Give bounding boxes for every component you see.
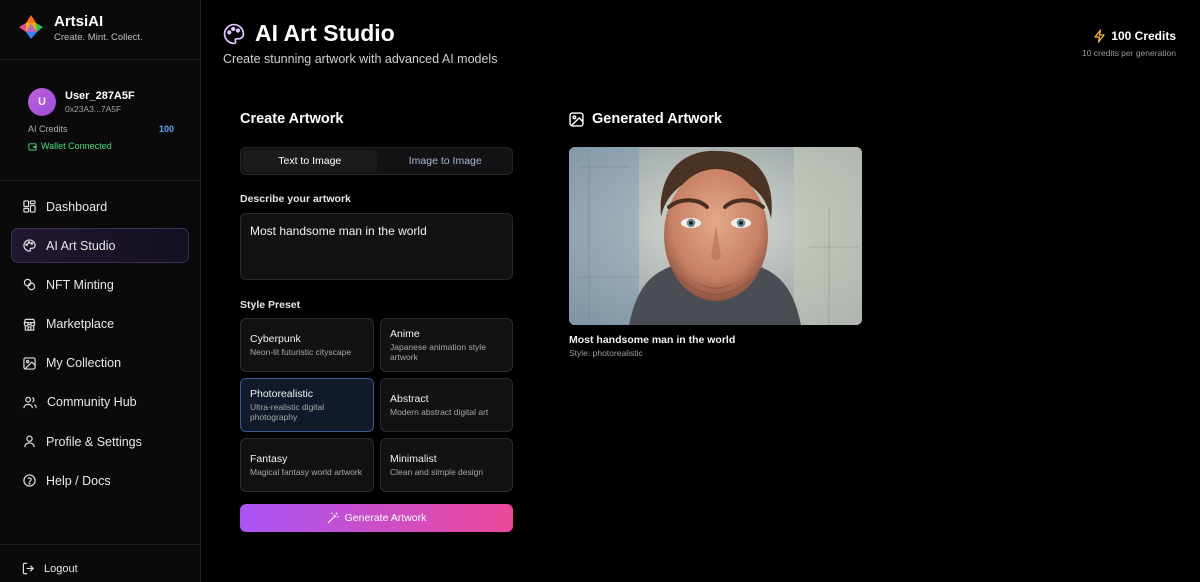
nft-icon bbox=[23, 279, 36, 291]
style-desc: Magical fantasy world artwork bbox=[250, 466, 362, 477]
sidebar-item-label: Dashboard bbox=[46, 199, 108, 214]
generated-artwork-heading: Generated Artwork bbox=[592, 111, 722, 127]
magic-wand-icon bbox=[327, 512, 339, 524]
sidebar-item-label: Help / Docs bbox=[46, 473, 111, 488]
ai-credits-row: AI Credits 100 bbox=[28, 124, 174, 134]
sidebar: ArtsiAI Create. Mint. Collect. U User_28… bbox=[0, 0, 201, 582]
tab-text-to-image[interactable]: Text to Image bbox=[243, 150, 377, 172]
sidebar-nav: Dashboard AI Art Studio NFT Minting Mark… bbox=[11, 189, 189, 503]
dashboard-icon bbox=[23, 200, 36, 213]
sidebar-item-label: My Collection bbox=[46, 356, 122, 371]
sidebar-item-label: Community Hub bbox=[47, 395, 137, 410]
divider bbox=[0, 59, 201, 60]
ai-credits-value: 100 bbox=[158, 124, 174, 134]
users-icon bbox=[23, 396, 37, 409]
avatar: U bbox=[28, 88, 56, 116]
style-desc: Modern abstract digital art bbox=[390, 406, 489, 417]
help-icon bbox=[23, 474, 36, 487]
style-preset-label: Style Preset bbox=[240, 299, 301, 311]
wallet-status: Wallet Connected bbox=[28, 141, 112, 151]
sidebar-item-community-hub[interactable]: Community Hub bbox=[11, 385, 189, 420]
sidebar-item-profile-settings[interactable]: Profile & Settings bbox=[11, 424, 189, 459]
wallet-address: 0x23A3...7A5F bbox=[65, 104, 122, 114]
style-desc: Clean and simple design bbox=[390, 466, 484, 477]
page-subtitle: Create stunning artwork with advanced AI… bbox=[223, 52, 498, 66]
prompt-input[interactable] bbox=[240, 213, 513, 280]
logout-button[interactable]: Logout bbox=[22, 562, 78, 575]
sidebar-item-nft-minting[interactable]: NFT Minting bbox=[11, 267, 189, 302]
style-card-anime[interactable]: Anime Japanese animation style artwork bbox=[380, 318, 513, 372]
artwork-caption: Most handsome man in the world bbox=[569, 334, 736, 346]
page-title: AI Art Studio bbox=[223, 20, 395, 47]
page-title-text: AI Art Studio bbox=[255, 20, 395, 46]
brand-name: ArtsiAI bbox=[54, 13, 104, 30]
style-title: Fantasy bbox=[250, 452, 288, 465]
wallet-icon bbox=[28, 142, 37, 151]
style-card-fantasy[interactable]: Fantasy Magical fantasy world artwork bbox=[240, 438, 374, 492]
style-card-minimalist[interactable]: Minimalist Clean and simple design bbox=[380, 438, 513, 492]
style-desc: Japanese animation style artwork bbox=[390, 341, 486, 363]
generate-artwork-button[interactable]: Generate Artwork bbox=[240, 504, 513, 532]
prompt-label: Describe your artwork bbox=[240, 193, 351, 205]
create-artwork-heading: Create Artwork bbox=[240, 111, 344, 127]
generated-artwork-image[interactable] bbox=[569, 147, 862, 325]
credits-badge: 100 Credits 10 credits per generation bbox=[1082, 29, 1176, 58]
style-title: Anime bbox=[390, 327, 420, 340]
sidebar-item-label: AI Art Studio bbox=[46, 238, 116, 253]
style-title: Photorealistic bbox=[250, 387, 314, 400]
sidebar-item-label: NFT Minting bbox=[46, 277, 114, 292]
sidebar-item-label: Marketplace bbox=[46, 317, 115, 332]
user-profile: U User_287A5F 0x23A3...7A5F bbox=[28, 88, 135, 116]
sidebar-item-label: Profile & Settings bbox=[46, 434, 142, 449]
palette-icon bbox=[223, 23, 245, 44]
style-card-photorealistic[interactable]: Photorealistic Ultra-realistic digital p… bbox=[240, 378, 374, 432]
user-name: User_287A5F bbox=[65, 90, 135, 102]
style-card-cyberpunk[interactable]: Cyberpunk Neon-lit futuristic cityscape bbox=[240, 318, 374, 372]
style-card-abstract[interactable]: Abstract Modern abstract digital art bbox=[380, 378, 513, 432]
generated-artwork-header: Generated Artwork bbox=[569, 111, 722, 127]
brand-tagline: Create. Mint. Collect. bbox=[54, 32, 143, 43]
lightning-icon bbox=[1094, 29, 1105, 43]
wallet-status-text: Wallet Connected bbox=[41, 141, 112, 151]
divider bbox=[0, 544, 201, 545]
user-icon bbox=[24, 435, 35, 448]
generate-label: Generate Artwork bbox=[344, 512, 427, 524]
sidebar-item-dashboard[interactable]: Dashboard bbox=[11, 189, 189, 224]
logout-label: Logout bbox=[44, 562, 78, 575]
artwork-style: Style: photorealistic bbox=[569, 348, 643, 358]
palette-icon bbox=[23, 239, 36, 252]
logout-icon bbox=[22, 562, 34, 575]
style-desc: Ultra-realistic digital photography bbox=[250, 401, 325, 423]
brand[interactable]: ArtsiAI Create. Mint. Collect. bbox=[18, 14, 143, 43]
style-title: Minimalist bbox=[390, 452, 437, 465]
style-desc: Neon-lit futuristic cityscape bbox=[250, 346, 352, 357]
style-title: Cyberpunk bbox=[250, 332, 301, 345]
style-preset-grid: Cyberpunk Neon-lit futuristic cityscape … bbox=[240, 318, 513, 492]
style-title: Abstract bbox=[390, 392, 429, 405]
sidebar-item-marketplace[interactable]: Marketplace bbox=[11, 307, 189, 342]
divider bbox=[0, 180, 201, 181]
sidebar-item-ai-art-studio[interactable]: AI Art Studio bbox=[11, 228, 189, 264]
store-icon bbox=[23, 318, 36, 331]
mode-tabs: Text to Image Image to Image bbox=[240, 147, 513, 175]
tab-image-to-image[interactable]: Image to Image bbox=[379, 148, 513, 174]
ai-credits-label: AI Credits bbox=[28, 124, 68, 134]
brand-logo-icon bbox=[18, 14, 44, 40]
sidebar-item-help-docs[interactable]: Help / Docs bbox=[11, 463, 189, 498]
sidebar-item-my-collection[interactable]: My Collection bbox=[11, 346, 189, 381]
image-icon bbox=[23, 357, 36, 370]
credits-note: 10 credits per generation bbox=[1081, 48, 1176, 58]
image-icon bbox=[569, 111, 584, 127]
credits-count: 100 Credits bbox=[1111, 29, 1176, 43]
